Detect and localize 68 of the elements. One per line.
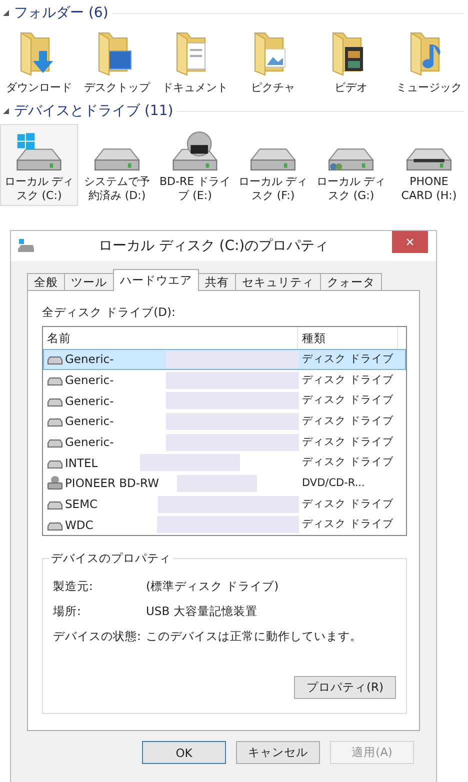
property-label: 場所: bbox=[53, 604, 82, 619]
drive-name: Generic- bbox=[65, 435, 114, 450]
group-title: デバイスのプロパティ bbox=[49, 551, 173, 566]
drive-icon bbox=[16, 132, 62, 171]
list-row[interactable]: WDC ディスク ドライブ bbox=[43, 514, 406, 536]
drive-icon bbox=[94, 148, 140, 171]
drive-type: ディスク ドライブ bbox=[301, 517, 394, 532]
tab[interactable]: クォータ bbox=[320, 273, 382, 291]
drive-item[interactable]: ローカル ディスク (C:) bbox=[0, 124, 78, 206]
list-row[interactable]: Generic- ディスク ドライブ bbox=[43, 349, 406, 370]
list-row[interactable]: Generic- ディスク ドライブ bbox=[43, 432, 406, 452]
drive-name: Generic- bbox=[65, 394, 114, 408]
property-label: デバイスの状態: bbox=[53, 629, 142, 644]
list-row[interactable]: Generic- ディスク ドライブ bbox=[43, 411, 406, 432]
folder-item[interactable]: ピクチャ bbox=[234, 26, 312, 98]
drive-name: PIONEER BD-RW bbox=[65, 476, 159, 490]
properties-button[interactable]: プロパティ(R) bbox=[294, 676, 396, 699]
drive-type: ディスク ドライブ bbox=[301, 352, 394, 367]
list-label: 全ディスク ドライブ(D): bbox=[42, 305, 176, 320]
collapse-icon[interactable] bbox=[2, 107, 10, 115]
folder-item[interactable]: ドキュメント bbox=[156, 26, 234, 98]
drive-name: INTEL bbox=[65, 456, 98, 470]
drive-name: Generic- bbox=[65, 414, 114, 428]
close-button[interactable]: × bbox=[392, 231, 428, 253]
list-row[interactable]: SEMC ディスク ドライブ bbox=[43, 494, 406, 514]
drive-item[interactable]: ローカル ディスク (G:) bbox=[312, 124, 390, 206]
property-label: 製造元: bbox=[53, 579, 94, 594]
property-value: USB 大容量記憶装置 bbox=[146, 604, 258, 619]
property-value: このデバイスは正常に動作しています。 bbox=[146, 629, 362, 644]
drive-type: ディスク ドライブ bbox=[301, 414, 394, 429]
tab[interactable]: 全般 bbox=[27, 273, 65, 291]
drive-type: ディスク ドライブ bbox=[301, 393, 394, 408]
drive-item[interactable]: BD-RE ドライブ (E:) bbox=[156, 124, 234, 206]
folder-item[interactable]: デスクトップ bbox=[78, 26, 156, 98]
drive-icon bbox=[250, 148, 296, 171]
drive-icon bbox=[406, 148, 452, 171]
section-title: フォルダー (6) bbox=[14, 4, 108, 22]
drive-name: SEMC bbox=[65, 497, 98, 512]
list-row[interactable]: INTEL ディスク ドライブ bbox=[43, 452, 406, 474]
drive-icon bbox=[17, 239, 35, 253]
folder-item[interactable]: ダウンロード bbox=[0, 26, 78, 98]
drive-item[interactable]: システムで予約済み (D:) bbox=[78, 124, 156, 206]
drive-type: DVD/CD-R... bbox=[301, 476, 366, 491]
drive-type: ディスク ドライブ bbox=[301, 455, 394, 470]
property-value: (標準ディスク ドライブ) bbox=[146, 579, 279, 594]
list-row[interactable]: Generic- ディスク ドライブ bbox=[43, 370, 406, 390]
dialog-button[interactable]: OK bbox=[142, 741, 226, 764]
drive-name: Generic- bbox=[65, 373, 114, 387]
section-title: デバイスとドライブ (11) bbox=[14, 102, 174, 120]
drive-item[interactable]: PHONE CARD (H:) bbox=[390, 124, 468, 206]
folder-item[interactable]: ミュージック bbox=[390, 26, 468, 98]
window-title: ローカル ディスク (C:)のプロパティ bbox=[97, 237, 330, 255]
drive-name: Generic- bbox=[65, 352, 114, 366]
drive-name: WDC bbox=[65, 518, 94, 532]
tab[interactable]: セキュリティ bbox=[235, 273, 321, 291]
drive-type: ディスク ドライブ bbox=[301, 496, 394, 512]
drive-icon bbox=[172, 131, 218, 171]
list-row[interactable]: Generic- ディスク ドライブ bbox=[43, 390, 406, 412]
list-row[interactable]: PIONEER BD-RW DVD/CD-R... bbox=[43, 473, 406, 494]
drive-item[interactable]: ローカル ディスク (F:) bbox=[234, 124, 312, 206]
dialog-button[interactable]: キャンセル bbox=[236, 741, 320, 764]
collapse-icon[interactable] bbox=[2, 9, 10, 17]
tab[interactable]: ハードウエア bbox=[113, 269, 199, 291]
drive-type: ディスク ドライブ bbox=[301, 372, 394, 388]
folder-item[interactable]: ビデオ bbox=[312, 26, 390, 98]
drive-icon bbox=[328, 148, 374, 171]
optical-drive-icon bbox=[47, 476, 63, 490]
drive-type: ディスク ドライブ bbox=[301, 434, 394, 450]
